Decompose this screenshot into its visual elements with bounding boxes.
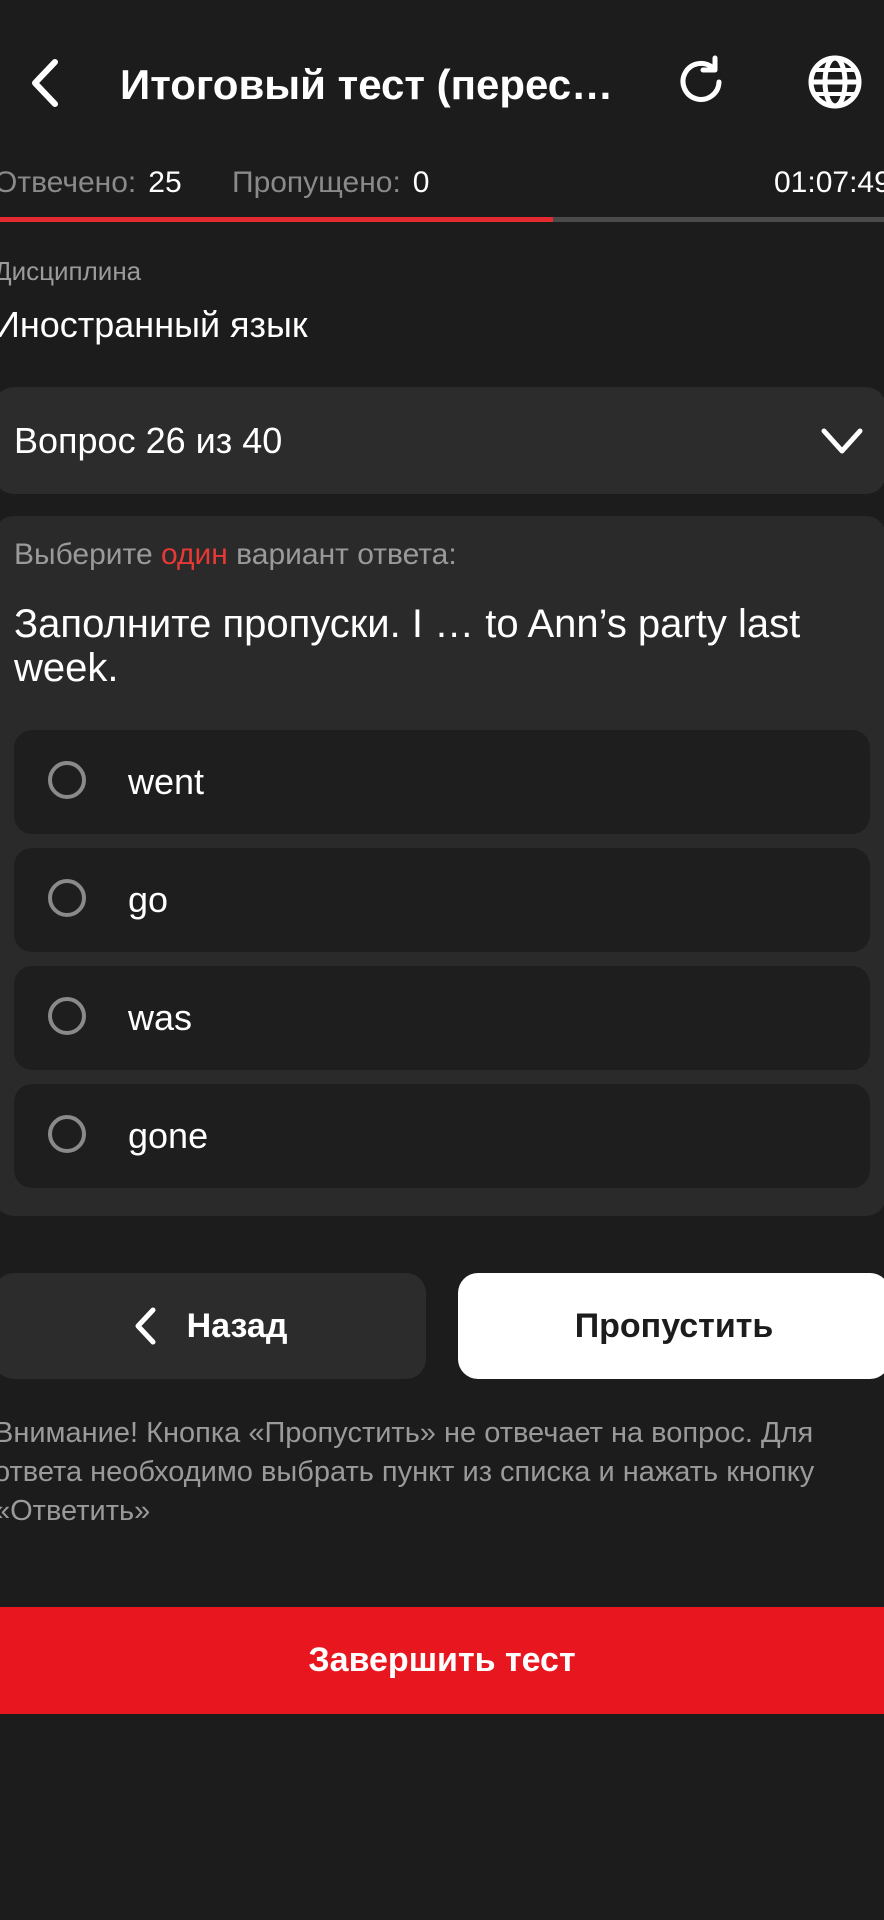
answer-option-label: was	[128, 997, 193, 1038]
skip-button[interactable]: Пропустить	[458, 1273, 884, 1379]
discipline-label: Дисциплина	[0, 256, 142, 286]
instruction-accent: один	[160, 538, 228, 571]
skipped-label: Пропущено:	[232, 166, 401, 199]
refresh-icon	[680, 55, 722, 102]
radio-button[interactable]	[48, 997, 86, 1035]
question-selector[interactable]: Вопрос 26 из 40	[0, 387, 884, 494]
radio-button[interactable]	[48, 1115, 86, 1153]
finish-test-label: Завершить тест	[308, 1641, 576, 1679]
radio-button[interactable]	[48, 879, 86, 917]
answer-option-label: gone	[128, 1115, 209, 1156]
refresh-button[interactable]	[668, 46, 734, 118]
language-button[interactable]	[800, 46, 870, 118]
chevron-left-icon	[32, 59, 58, 107]
question-text: Заполните пропуски. I … to Ann’s party l…	[14, 602, 801, 690]
answered-label: Отвечено:	[0, 166, 137, 199]
answer-option[interactable]: gone	[14, 1084, 870, 1188]
back-button[interactable]	[14, 48, 74, 118]
progress-bar	[0, 217, 884, 222]
answer-option[interactable]: go	[14, 848, 870, 952]
globe-icon	[808, 55, 862, 109]
finish-test-button[interactable]: Завершить тест	[0, 1607, 884, 1714]
question-card: Выберите один вариант ответа: Заполните …	[0, 516, 884, 1216]
previous-question-label: Назад	[186, 1306, 288, 1345]
chevron-left-icon	[135, 1307, 156, 1345]
skipped-value: 0	[412, 166, 430, 199]
discipline-value: Иностранный язык	[0, 304, 308, 345]
radio-button[interactable]	[48, 761, 86, 799]
answer-option[interactable]: was	[14, 966, 870, 1070]
answered-value: 25	[148, 166, 182, 199]
answer-option-label: went	[128, 761, 205, 802]
previous-question-button[interactable]: Назад	[0, 1273, 426, 1379]
skip-button-label: Пропустить	[574, 1306, 774, 1345]
instruction-suffix: вариант ответа:	[227, 538, 457, 571]
chevron-down-icon	[821, 428, 863, 454]
question-selector-label: Вопрос 26 из 40	[14, 420, 283, 461]
skip-notice: Внимание! Кнопка «Пропустить» не отвечае…	[0, 1417, 815, 1527]
page-title: Итоговый тест (пересд...	[120, 61, 630, 108]
skipped-stat: Пропущено: 0	[232, 160, 429, 206]
instruction-prefix: Выберите	[14, 538, 161, 571]
answered-stat: Отвечено: 25	[0, 160, 182, 206]
timer: 01:07:49	[774, 166, 884, 199]
progress-bar-fill	[0, 217, 553, 222]
answer-option-label: go	[128, 879, 169, 920]
answer-instruction: Выберите один вариант ответа:	[14, 538, 457, 572]
answer-option[interactable]: went	[14, 730, 870, 834]
